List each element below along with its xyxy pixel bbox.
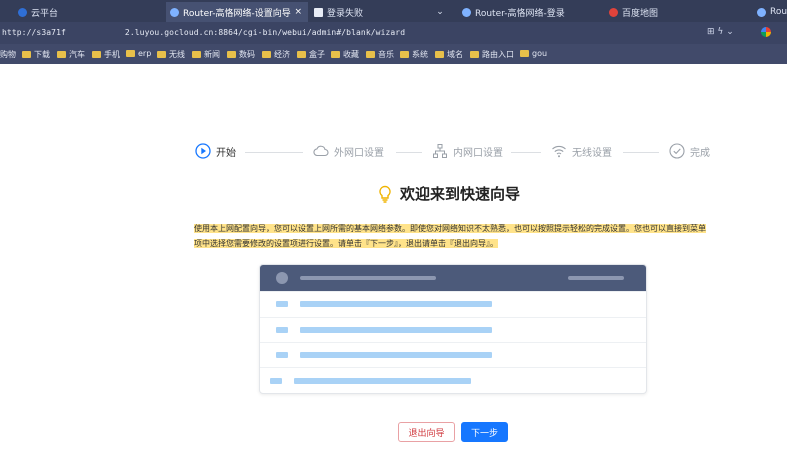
illustration-row: [260, 291, 646, 317]
bookmark-item[interactable]: 汽车: [57, 49, 85, 60]
router-icon: [462, 7, 471, 17]
folder-icon: [92, 51, 101, 58]
folder-icon: [435, 51, 444, 58]
step-lan: 内网口设置: [432, 143, 503, 159]
tab-router-login[interactable]: Router-高恪网络-登录: [462, 2, 602, 22]
folder-icon: [157, 51, 166, 58]
page-title: 欢迎来到快速向导: [400, 185, 521, 203]
bookmark-item[interactable]: 下载: [22, 49, 50, 60]
bookmark-item[interactable]: 手机: [92, 49, 120, 60]
step-start: 开始: [195, 143, 236, 159]
step-divider: [623, 152, 659, 153]
router-icon: [757, 7, 766, 17]
folder-icon: [227, 51, 236, 58]
tab-label: Rout: [770, 7, 787, 17]
folder-icon: [262, 51, 271, 58]
cloud-icon: [18, 7, 27, 17]
bookmark-item[interactable]: 盒子: [297, 49, 325, 60]
bookmark-item[interactable]: 音乐: [366, 49, 394, 60]
chevron-down-icon: ⌄: [436, 7, 444, 17]
folder-icon: [366, 51, 375, 58]
bookmark-item[interactable]: 经济: [262, 49, 290, 60]
tab-label: 云平台: [31, 8, 59, 19]
wizard-steps: 开始 外网口设置 内网口设置 无线设置 完成: [0, 143, 787, 161]
bookmark-item[interactable]: 数码: [227, 49, 255, 60]
illustration-row: [260, 367, 646, 393]
folder-icon: [470, 51, 479, 58]
exit-wizard-button[interactable]: 退出向导: [398, 422, 455, 442]
browser-logo-icon[interactable]: [761, 27, 771, 37]
step-wireless: 无线设置: [551, 143, 612, 159]
router-icon: [170, 7, 179, 17]
browser-tab-bar: 云平台 Router-高恪网络-设置向导 × 登录失败 ⌄ Router-高恪网…: [0, 0, 787, 22]
wizard-description: 使用本上网配置向导，您可以设置上网所需的基本网络参数。即使您对网络知识不太熟悉，…: [194, 221, 710, 251]
step-divider: [245, 152, 303, 153]
check-circle-icon: [669, 143, 685, 159]
tab-router-other[interactable]: Rout: [757, 2, 787, 22]
cloud-icon: [313, 145, 329, 157]
bookmark-item[interactable]: 收藏: [331, 49, 359, 60]
play-circle-icon: [195, 143, 211, 159]
folder-icon: [331, 51, 340, 58]
tab-label: Router-高恪网络-登录: [475, 8, 565, 19]
folder-icon: [57, 51, 66, 58]
bookmark-item[interactable]: 域名: [435, 49, 463, 60]
folder-icon: [297, 51, 306, 58]
wizard-illustration: [259, 264, 647, 394]
description-text: 使用本上网配置向导，您可以设置上网所需的基本网络参数。即使您对网络知识不太熟悉，…: [194, 224, 706, 248]
folder-icon: [400, 51, 409, 58]
bookmark-item[interactable]: 路由入口: [470, 49, 514, 60]
url-text[interactable]: http://s3a71f 2.luyou.gocloud.cn:8864/cg…: [2, 28, 405, 37]
address-bar[interactable]: http://s3a71f 2.luyou.gocloud.cn:8864/cg…: [0, 22, 787, 44]
bookmark-item[interactable]: 新闻: [192, 49, 220, 60]
tab-baidu-map[interactable]: 百度地图: [609, 2, 739, 22]
wizard-title: 欢迎来到快速向导: [378, 183, 520, 204]
network-icon: [433, 144, 447, 158]
map-pin-icon: [609, 7, 618, 17]
close-tab-icon[interactable]: ×: [294, 7, 302, 17]
bookmark-item[interactable]: 无线: [157, 49, 185, 60]
next-step-button[interactable]: 下一步: [461, 422, 508, 442]
folder-icon: [126, 50, 135, 57]
wifi-icon: [552, 145, 566, 158]
address-tools[interactable]: ⊞ ϟ ⌄: [707, 27, 734, 37]
tab-label: Router-高恪网络-设置向导: [183, 8, 291, 19]
step-wan: 外网口设置: [313, 143, 384, 159]
illustration-row: [260, 317, 646, 343]
bookmark-item[interactable]: gou: [520, 49, 547, 58]
page-icon: [314, 7, 323, 17]
bookmark-item[interactable]: erp: [126, 49, 151, 58]
tab-router-wizard[interactable]: Router-高恪网络-设置向导 ×: [166, 2, 308, 22]
step-divider: [511, 152, 541, 153]
tab-label: 登录失败: [327, 8, 364, 19]
folder-icon: [520, 50, 529, 57]
step-finish: 完成: [669, 143, 710, 159]
folder-icon: [192, 51, 201, 58]
lightbulb-icon: [379, 185, 391, 203]
tab-cloud-platform[interactable]: 云平台: [18, 2, 158, 22]
tab-label: 百度地图: [622, 8, 659, 19]
step-divider: [396, 152, 422, 153]
illustration-header: [260, 265, 646, 291]
illustration-row: [260, 342, 646, 368]
tab-login-failed[interactable]: 登录失败: [314, 2, 424, 22]
folder-icon: [22, 51, 31, 58]
bookmark-item[interactable]: 购物: [0, 49, 16, 60]
tab-list-dropdown[interactable]: ⌄: [427, 2, 453, 22]
bookmark-item[interactable]: 系统: [400, 49, 428, 60]
bookmarks-bar: 购物 下载 汽车 手机 erp 无线 新闻 数码 经济 盒子 收藏 音乐 系统 …: [0, 44, 787, 64]
